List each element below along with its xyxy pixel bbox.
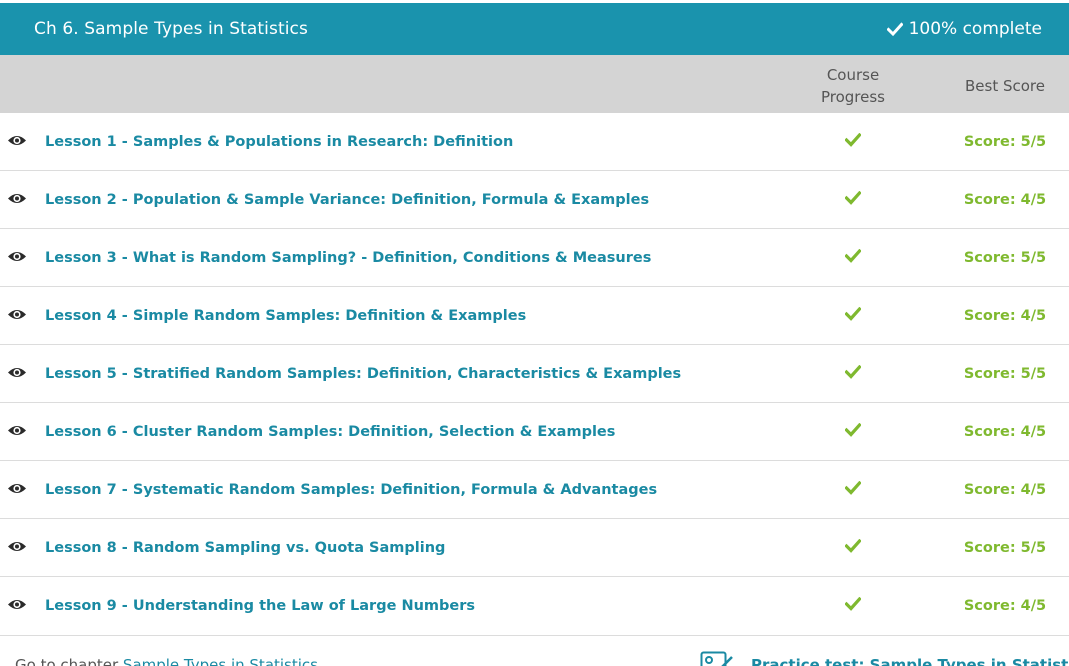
test-icon <box>700 651 733 666</box>
check-icon <box>845 365 861 379</box>
lesson-row: Lesson 1 - Samples & Populations in Rese… <box>0 113 1069 171</box>
eye-icon[interactable] <box>7 424 27 437</box>
lesson-link[interactable]: Lesson 2 - Population & Sample Variance:… <box>45 192 649 208</box>
lesson-row: Lesson 7 - Systematic Random Samples: De… <box>0 461 1069 519</box>
eye-icon[interactable] <box>7 482 27 495</box>
check-icon <box>845 191 861 205</box>
eye-icon[interactable] <box>7 540 27 553</box>
lesson-score: Score: 5/5 <box>963 366 1047 382</box>
chapter-title[interactable]: Ch 6. Sample Types in Statistics <box>34 19 308 39</box>
lesson-list: Lesson 1 - Samples & Populations in Rese… <box>0 113 1069 636</box>
eye-icon[interactable] <box>7 366 27 379</box>
check-icon <box>845 423 861 437</box>
check-icon <box>845 481 861 495</box>
practice-test-link[interactable]: Practice test: Sample Types in Statistic… <box>751 656 1069 666</box>
eye-icon[interactable] <box>7 250 27 263</box>
lesson-link[interactable]: Lesson 7 - Systematic Random Samples: De… <box>45 482 657 498</box>
best-score-header: Best Score <box>965 77 1045 95</box>
check-icon <box>845 539 861 553</box>
lesson-score: Score: 4/5 <box>963 424 1047 440</box>
course-progress-header: Course Progress <box>820 66 885 106</box>
lesson-row: Lesson 4 - Simple Random Samples: Defini… <box>0 287 1069 345</box>
eye-icon[interactable] <box>7 192 27 205</box>
lesson-score: Score: 4/5 <box>963 482 1047 498</box>
lesson-score: Score: 5/5 <box>963 250 1047 266</box>
goto-chapter-link[interactable]: Sample Types in Statistics <box>123 656 318 666</box>
lesson-link[interactable]: Lesson 1 - Samples & Populations in Rese… <box>45 134 513 150</box>
lesson-link[interactable]: Lesson 9 - Understanding the Law of Larg… <box>45 598 475 614</box>
eye-icon[interactable] <box>7 308 27 321</box>
lesson-score: Score: 5/5 <box>963 134 1047 150</box>
check-icon <box>845 597 861 611</box>
lesson-score: Score: 4/5 <box>963 192 1047 208</box>
lesson-row: Lesson 5 - Stratified Random Samples: De… <box>0 345 1069 403</box>
footer: Go to chapter Sample Types in Statistics… <box>0 650 1069 666</box>
lesson-score: Score: 5/5 <box>963 540 1047 556</box>
column-header: Course Progress Best Score <box>0 55 1069 113</box>
lesson-row: Lesson 9 - Understanding the Law of Larg… <box>0 577 1069 636</box>
check-icon <box>845 307 861 321</box>
lesson-row: Lesson 2 - Population & Sample Variance:… <box>0 171 1069 229</box>
goto-chapter: Go to chapter Sample Types in Statistics <box>15 656 318 666</box>
lesson-link[interactable]: Lesson 6 - Cluster Random Samples: Defin… <box>45 424 615 440</box>
completion-text: 100% complete <box>908 19 1042 39</box>
check-icon <box>845 249 861 263</box>
lesson-score: Score: 4/5 <box>963 598 1047 614</box>
chapter-header: Ch 6. Sample Types in Statistics 100% co… <box>0 3 1069 55</box>
eye-icon[interactable] <box>7 134 27 147</box>
lesson-link[interactable]: Lesson 4 - Simple Random Samples: Defini… <box>45 308 526 324</box>
goto-chapter-prefix: Go to chapter <box>15 656 119 666</box>
lesson-link[interactable]: Lesson 8 - Random Sampling vs. Quota Sam… <box>45 540 445 556</box>
lesson-score: Score: 4/5 <box>963 308 1047 324</box>
lesson-row: Lesson 6 - Cluster Random Samples: Defin… <box>0 403 1069 461</box>
lesson-row: Lesson 3 - What is Random Sampling? - De… <box>0 229 1069 287</box>
check-icon <box>886 22 903 37</box>
eye-icon[interactable] <box>7 598 27 611</box>
check-icon <box>845 133 861 147</box>
lesson-row: Lesson 8 - Random Sampling vs. Quota Sam… <box>0 519 1069 577</box>
lesson-link[interactable]: Lesson 3 - What is Random Sampling? - De… <box>45 250 651 266</box>
lesson-link[interactable]: Lesson 5 - Stratified Random Samples: De… <box>45 366 681 382</box>
completion-status: 100% complete <box>886 19 1042 39</box>
